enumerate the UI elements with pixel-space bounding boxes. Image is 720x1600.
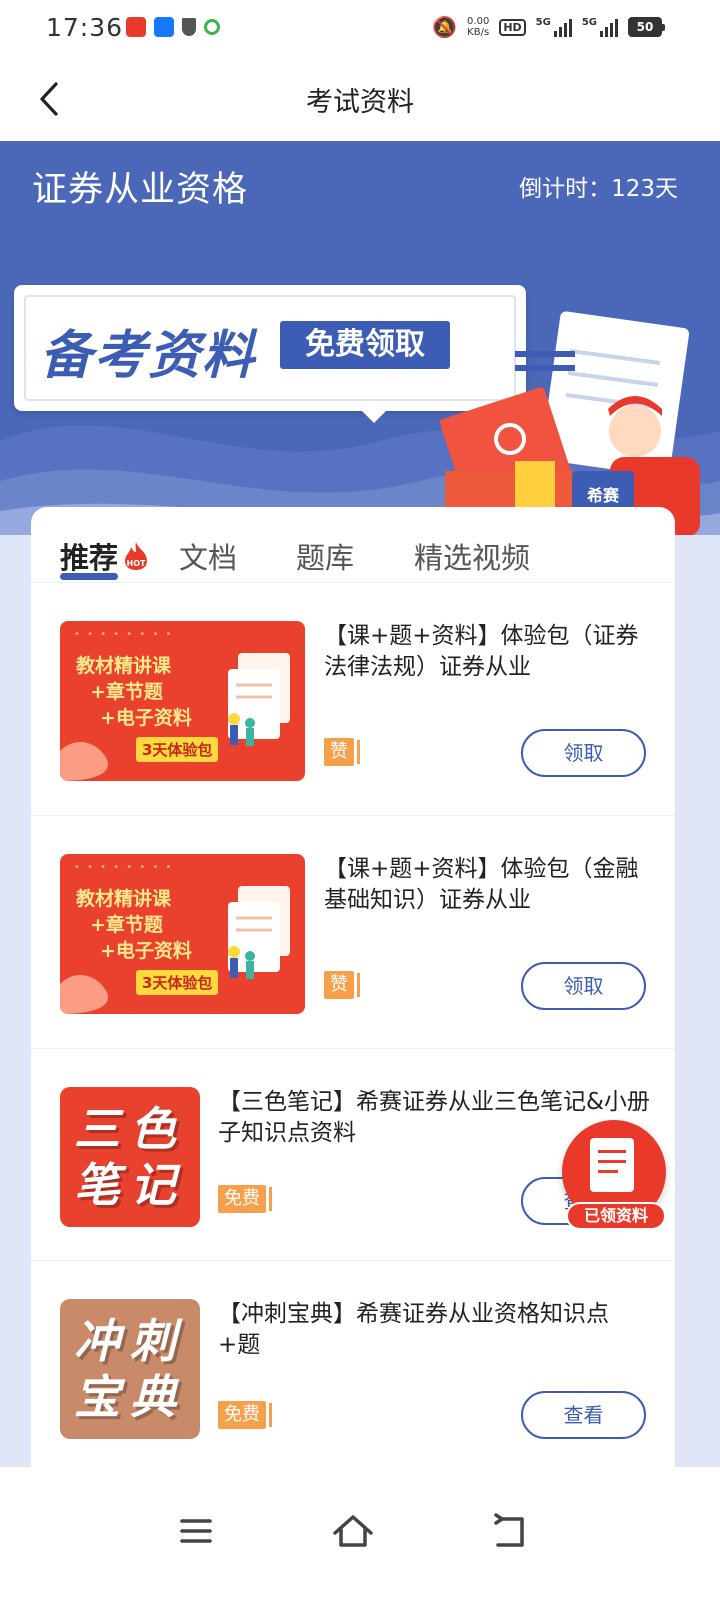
item-thumbnail: • • • • • • • • 教材精讲课 +章节题 +电子资料 3天体验包 [60, 621, 305, 781]
net-speed: 0.00 KB/s [467, 16, 489, 38]
tab-recommend[interactable]: 推荐 [60, 535, 118, 577]
paper-scroll-icon [228, 886, 290, 979]
thumb-text: 三色 笔记 [74, 1102, 186, 1212]
status-right: 🔕 0.00 KB/s HD 5G 5G 50 [432, 15, 665, 39]
app-notification-icon [126, 17, 146, 37]
thumb-line1: 教材精讲课 [76, 888, 172, 910]
paper-scroll-icon [228, 653, 290, 746]
document-icon [590, 1138, 634, 1192]
alipay-icon [154, 17, 174, 37]
hot-icon: HOT [125, 542, 147, 570]
item-tag: 免费 [218, 1185, 272, 1213]
thumb-blob-decoration [60, 974, 108, 1014]
countdown-text: 倒计时：123天 [519, 176, 678, 202]
item-thumbnail: 三色 笔记 [60, 1087, 200, 1227]
system-nav-bar [0, 1467, 720, 1600]
thumb-line3: +电子资料 [100, 707, 192, 729]
illus-brand-label: 希赛 [587, 486, 620, 505]
home-icon[interactable] [329, 1507, 377, 1555]
list-item[interactable]: • • • • • • • • 教材精讲课 +章节题 +电子资料 3天体验包 【… [31, 816, 675, 1049]
active-tab-indicator [60, 573, 118, 580]
muted-bell-icon: 🔕 [432, 15, 458, 39]
net-speed-unit: KB/s [467, 27, 490, 38]
recycle-icon [204, 19, 220, 35]
claim-button[interactable]: 领取 [521, 729, 646, 777]
svg-text:HOT: HOT [127, 559, 146, 568]
item-title: 【课+题+资料】体验包（金融基础知识）证券从业 [324, 856, 639, 913]
page-title: 考试资料 [306, 87, 414, 118]
thumb-line3: +电子资料 [100, 940, 192, 962]
exam-banner: 证券从业资格 倒计时：123天 备考资料 免费领取 希赛 [0, 141, 720, 541]
list-item[interactable]: • • • • • • • • 教材精讲课 +章节题 +电子资料 3天体验包 【… [31, 583, 675, 816]
thumb-dots-decoration: • • • • • • • • [74, 629, 174, 640]
tab-featured-videos[interactable]: 精选视频 [414, 535, 530, 577]
thumb-text: 冲刺 宝典 [74, 1314, 186, 1424]
resource-card: 推荐 HOT 文档 题库 精选视频 • • • • • • • • 教材精讲课 … [31, 507, 675, 1467]
net-speed-value: 0.00 [467, 16, 490, 27]
item-tag: 赞 [324, 738, 360, 766]
notification-icons [126, 17, 220, 37]
claim-button[interactable]: 领取 [521, 962, 646, 1010]
promo-heading: 备考资料 [40, 326, 257, 386]
thumb-line2: +章节题 [90, 914, 163, 936]
list-item[interactable]: 冲刺 宝典 【冲刺宝典】希赛证券从业资格知识点+题 免费 查看 [31, 1261, 675, 1467]
signal-icon-1: 5G [536, 17, 572, 37]
item-title: 【课+题+资料】体验包（证券法律法规）证券从业 [324, 623, 639, 680]
category-tabs: 推荐 HOT 文档 题库 精选视频 [31, 507, 675, 583]
nav-bar: 考试资料 [0, 56, 720, 141]
item-thumbnail: • • • • • • • • 教材精讲课 +章节题 +电子资料 3天体验包 [60, 854, 305, 1014]
sim1-label: 5G [535, 17, 551, 28]
thumb-badge: 3天体验包 [136, 970, 219, 995]
item-thumbnail: 冲刺 宝典 [60, 1299, 200, 1439]
thumb-line1: 教材精讲课 [76, 655, 172, 677]
thumb-blob-decoration [60, 741, 108, 781]
status-time: 17:36 [46, 13, 124, 42]
fab-label: 已领资料 [566, 1202, 666, 1230]
item-title: 【冲刺宝典】希赛证券从业资格知识点+题 [218, 1301, 609, 1358]
claimed-materials-button[interactable]: 已领资料 [560, 1120, 670, 1232]
tab-question-bank[interactable]: 题库 [296, 535, 354, 577]
hd-icon: HD [499, 18, 526, 36]
thumb-dots-decoration: • • • • • • • • [74, 862, 174, 873]
item-tag: 赞 [324, 971, 360, 999]
promo-tail-decoration [360, 409, 388, 423]
sim2-label: 5G [581, 17, 597, 28]
item-tag: 免费 [218, 1401, 272, 1429]
menu-icon[interactable] [172, 1507, 220, 1555]
thumb-line2: +章节题 [90, 681, 163, 703]
cert-title: 证券从业资格 [32, 170, 249, 210]
tab-documents[interactable]: 文档 [179, 535, 237, 577]
battery-icon: 50 [628, 17, 665, 37]
shield-icon [182, 18, 196, 36]
status-bar: 17:36 🔕 0.00 KB/s HD 5G 5G 50 [0, 0, 720, 56]
back-nav-icon[interactable] [486, 1507, 534, 1555]
view-button[interactable]: 查看 [521, 1391, 646, 1439]
signal-icon-2: 5G [582, 17, 618, 37]
thumb-badge: 3天体验包 [136, 737, 219, 762]
